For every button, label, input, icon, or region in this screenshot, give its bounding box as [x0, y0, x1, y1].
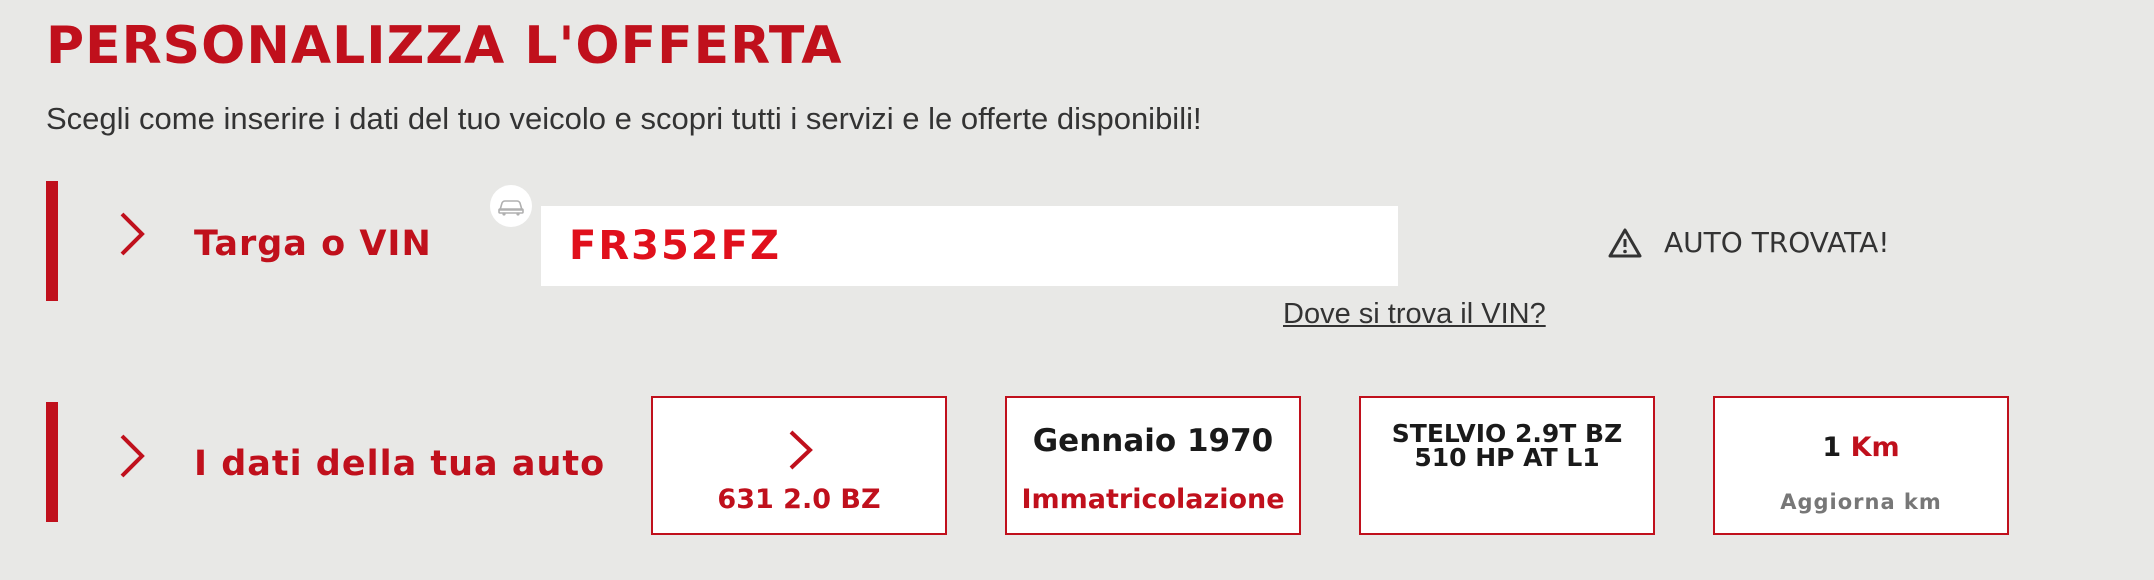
- mileage-value: 1 Km: [1715, 432, 2007, 463]
- car-found-status: AUTO TROVATA!: [1608, 226, 1889, 259]
- mileage-card[interactable]: 1 Km Aggiorna km: [1713, 396, 2009, 535]
- page-subtitle: Scegli come inserire i dati del tuo veic…: [46, 101, 1202, 136]
- update-km-link[interactable]: Aggiorna km: [1715, 490, 2007, 514]
- model-name: STELVIO 2.9T BZ 510 HP AT L1: [1391, 419, 1623, 472]
- warning-triangle-icon: [1608, 228, 1642, 257]
- registration-card[interactable]: Gennaio 1970 Immatricolazione: [1005, 396, 1301, 535]
- row-accent-bar: [46, 181, 58, 301]
- mileage-number: 1: [1822, 432, 1842, 463]
- engine-value: 631 2.0 BZ: [717, 484, 881, 515]
- chevron-right-icon: [789, 430, 813, 470]
- vin-help-link[interactable]: Dove si trova il VIN?: [1283, 298, 1546, 331]
- car-row-label: I dati della tua auto: [194, 444, 606, 484]
- status-text: AUTO TROVATA!: [1664, 226, 1890, 259]
- registration-date: Gennaio 1970: [1032, 423, 1274, 459]
- chevron-right-icon[interactable]: [116, 210, 148, 258]
- chevron-right-icon[interactable]: [116, 432, 148, 480]
- car-icon: [490, 185, 532, 227]
- model-card[interactable]: STELVIO 2.9T BZ 510 HP AT L1: [1359, 396, 1655, 535]
- registration-caption: Immatricolazione: [1021, 484, 1285, 515]
- row-accent-bar: [46, 402, 58, 522]
- page-title: PERSONALIZZA L'OFFERTA: [46, 16, 843, 76]
- engine-card[interactable]: 631 2.0 BZ: [651, 396, 947, 535]
- plate-row-label: Targa o VIN: [194, 224, 432, 264]
- plate-vin-input[interactable]: [541, 206, 1398, 286]
- mileage-unit: Km: [1850, 432, 1900, 463]
